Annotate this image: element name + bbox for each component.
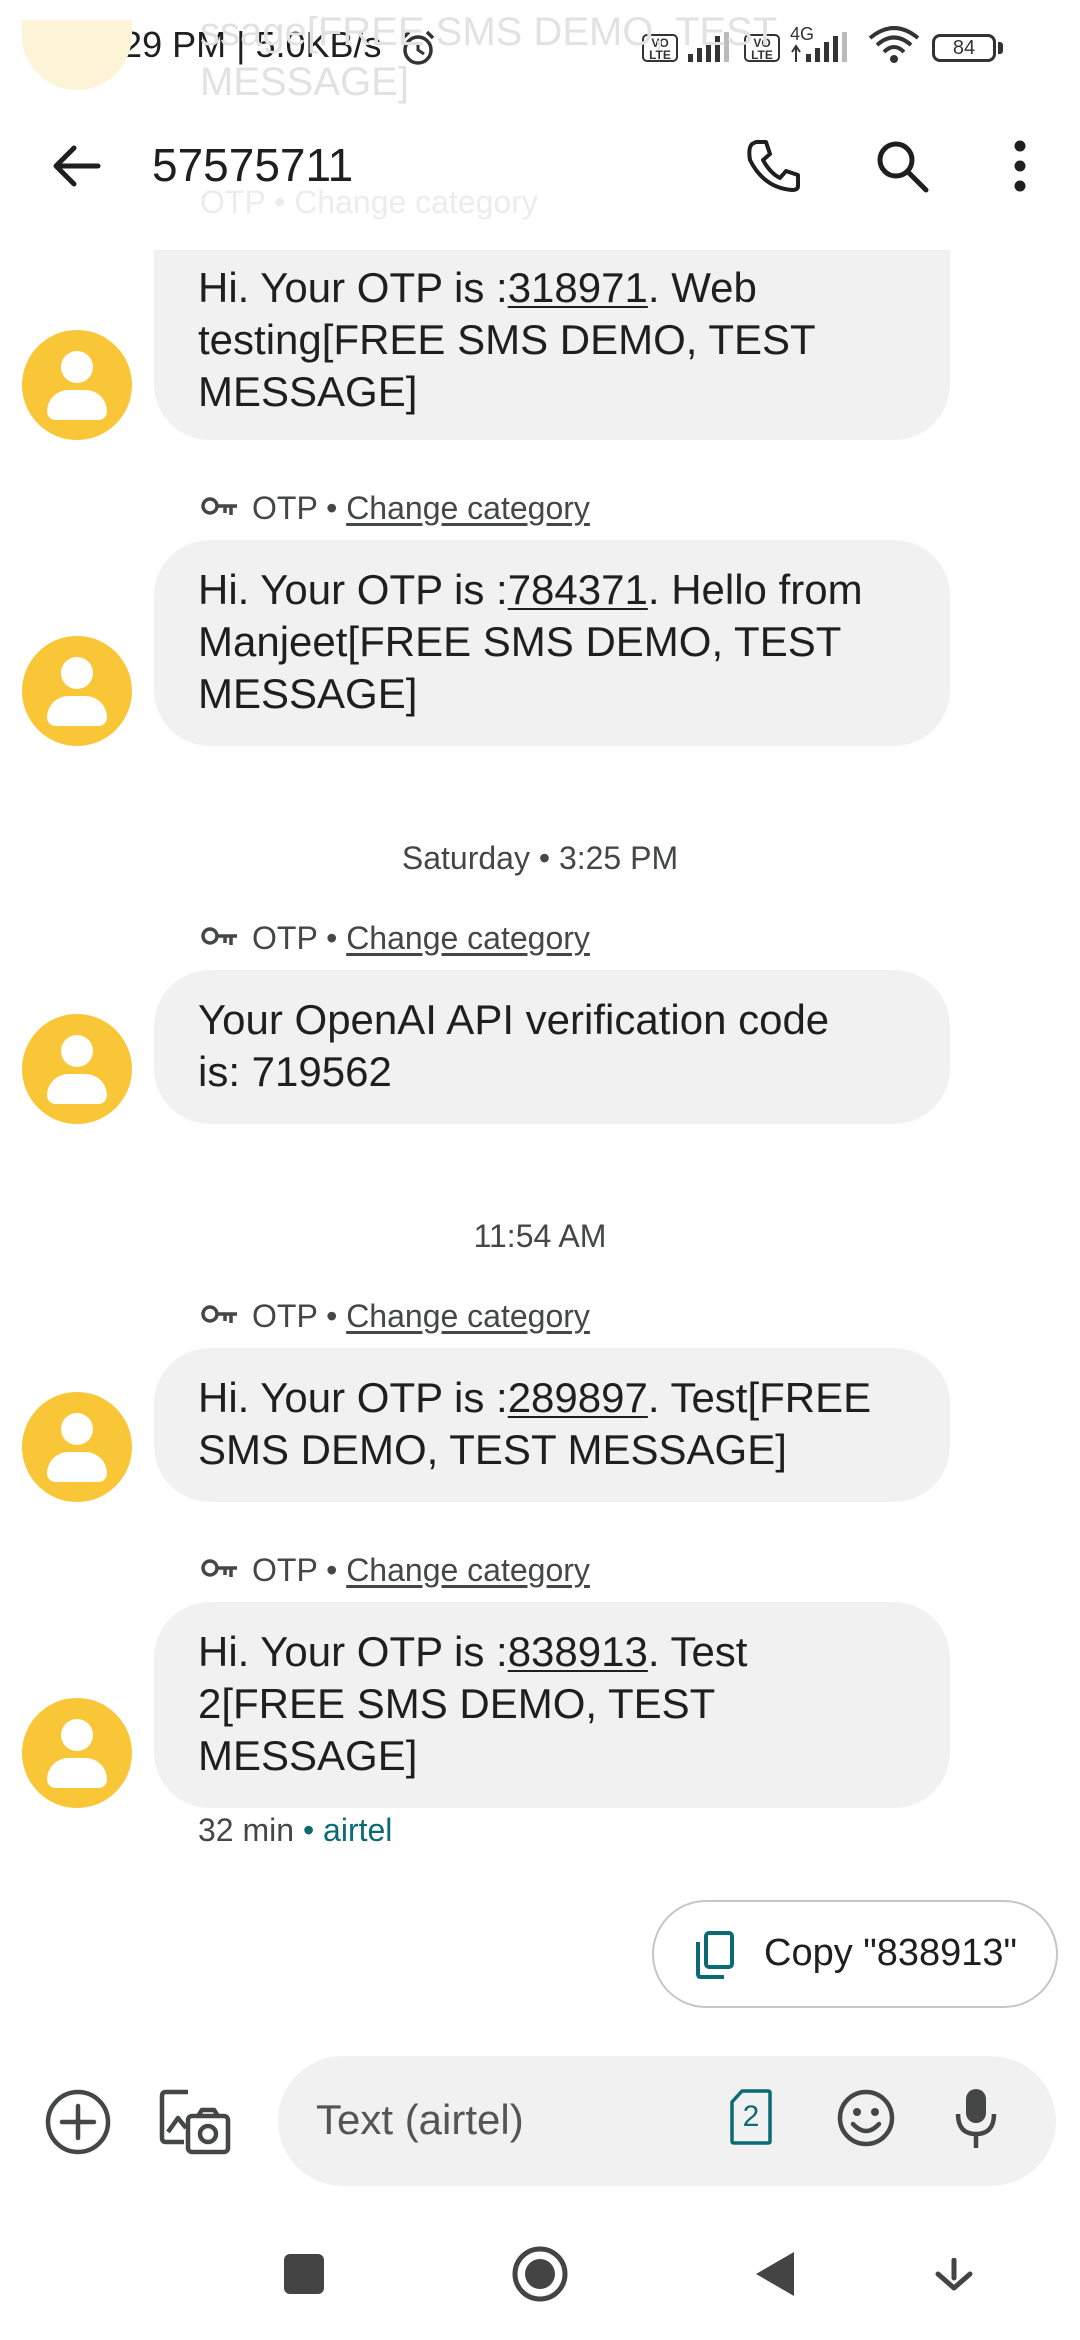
- contact-title: 57575711: [152, 139, 354, 191]
- category-separator: •: [317, 920, 347, 956]
- avatar[interactable]: [22, 1014, 132, 1124]
- compose-bar: 2: [278, 2056, 1056, 2186]
- signal-2-icon: [791, 32, 847, 62]
- message-text: 2[FREE SMS DEMO, TEST: [198, 1680, 716, 1727]
- ghost-message-line: ssage[FREE SMS DEMO, TEST: [200, 10, 778, 54]
- wifi-icon: [868, 26, 920, 63]
- message-text: Hi. Your OTP is :: [198, 264, 508, 311]
- meta-separator: •: [294, 1812, 324, 1848]
- keyboard-hide-icon[interactable]: [934, 2258, 974, 2298]
- message-meta: 32 min • airtel: [198, 1812, 392, 1849]
- date-separator: 11:54 AM: [473, 1218, 607, 1254]
- message-text: Hi. Your OTP is :: [198, 566, 508, 613]
- search-icon[interactable]: [874, 138, 930, 194]
- message-text: Hi. Your OTP is :: [198, 1628, 508, 1675]
- avatar[interactable]: [22, 330, 132, 440]
- change-category-link[interactable]: Change category: [346, 920, 590, 956]
- message-input[interactable]: [316, 2096, 696, 2144]
- sim-number: 2: [742, 2100, 760, 2133]
- message-bubble[interactable]: Your OpenAI API verification code is: 71…: [154, 970, 950, 1124]
- phone-icon[interactable]: [742, 136, 802, 196]
- message-bubble[interactable]: Hi. Your OTP is :838913. Test 2[FREE SMS…: [154, 1602, 950, 1808]
- carrier-label: airtel: [323, 1812, 393, 1848]
- message-text: MESSAGE]: [198, 1732, 418, 1779]
- change-category-link[interactable]: Change category: [346, 1552, 590, 1588]
- back-button[interactable]: [754, 2250, 796, 2298]
- avatar[interactable]: [22, 636, 132, 746]
- message-bubble[interactable]: Hi. Your OTP is :784371. Hello from Manj…: [154, 540, 950, 746]
- category-label: OTP: [252, 1298, 318, 1334]
- recents-button[interactable]: [284, 2254, 324, 2294]
- back-arrow-icon[interactable]: [50, 140, 102, 192]
- battery-tip: [998, 42, 1003, 54]
- message-text: . Test: [647, 1628, 748, 1675]
- key-icon: [201, 927, 237, 945]
- category-row: OTP • Change category: [252, 1552, 590, 1589]
- message-text: MESSAGE]: [198, 368, 418, 415]
- more-vert-icon[interactable]: [1010, 140, 1030, 192]
- change-category-link[interactable]: Change category: [346, 1298, 590, 1334]
- category-separator: •: [317, 1298, 347, 1334]
- message-text: MESSAGE]: [198, 670, 418, 717]
- copy-icon: [696, 1931, 734, 1979]
- mic-icon[interactable]: [954, 2086, 998, 2152]
- message-text: Hi. Your OTP is :: [198, 1374, 508, 1421]
- category-row: OTP • Change category: [252, 1298, 590, 1335]
- otp-code[interactable]: 318971: [508, 264, 648, 311]
- copy-otp-chip[interactable]: Copy "838913": [652, 1900, 1058, 2008]
- category-label: OTP: [252, 920, 318, 956]
- add-circle-icon[interactable]: [44, 2088, 112, 2156]
- key-icon: [201, 1559, 237, 1577]
- message-text: . Web: [647, 264, 757, 311]
- change-category-link[interactable]: Change category: [346, 490, 590, 526]
- avatar[interactable]: [22, 1392, 132, 1502]
- otp-code[interactable]: 784371: [508, 566, 648, 613]
- message-bubble[interactable]: Hi. Your OTP is :289897. Test[FREE SMS D…: [154, 1348, 950, 1502]
- message-text: SMS DEMO, TEST MESSAGE]: [198, 1426, 787, 1473]
- message-text: Manjeet[FREE SMS DEMO, TEST: [198, 618, 842, 665]
- message-text: . Hello from: [647, 566, 863, 613]
- message-time: 32 min: [198, 1812, 295, 1848]
- key-icon: [201, 497, 237, 515]
- category-row: OTP • Change category: [252, 490, 590, 527]
- category-separator: •: [317, 1552, 347, 1588]
- system-nav-bar: [0, 2200, 1080, 2340]
- home-button[interactable]: [510, 2244, 570, 2304]
- key-icon: [201, 1305, 237, 1323]
- battery-icon: 84: [932, 34, 996, 62]
- category-label: OTP: [252, 1552, 318, 1588]
- sim-icon[interactable]: 2: [730, 2088, 772, 2146]
- message-text: . Test[FREE: [647, 1374, 872, 1421]
- category-label: OTP: [252, 490, 318, 526]
- otp-code[interactable]: 289897: [508, 1374, 648, 1421]
- message-text: testing[FREE SMS DEMO, TEST: [198, 316, 816, 363]
- message-text: Your OpenAI API verification code: [198, 996, 830, 1043]
- emoji-icon[interactable]: [836, 2088, 896, 2148]
- category-row: OTP • Change category: [252, 920, 590, 957]
- category-separator: •: [317, 490, 347, 526]
- message-bubble[interactable]: Hi. Your OTP is :318971. Web testing[FRE…: [154, 250, 950, 440]
- avatar[interactable]: [22, 1698, 132, 1808]
- ghost-message-line: MESSAGE]: [200, 60, 409, 104]
- gallery-icon[interactable]: [158, 2086, 232, 2158]
- message-text: is: 719562: [198, 1048, 392, 1095]
- otp-code[interactable]: 838913: [508, 1628, 648, 1675]
- date-separator: Saturday • 3:25 PM: [401, 840, 679, 876]
- copy-label: Copy "838913": [764, 1932, 1018, 1974]
